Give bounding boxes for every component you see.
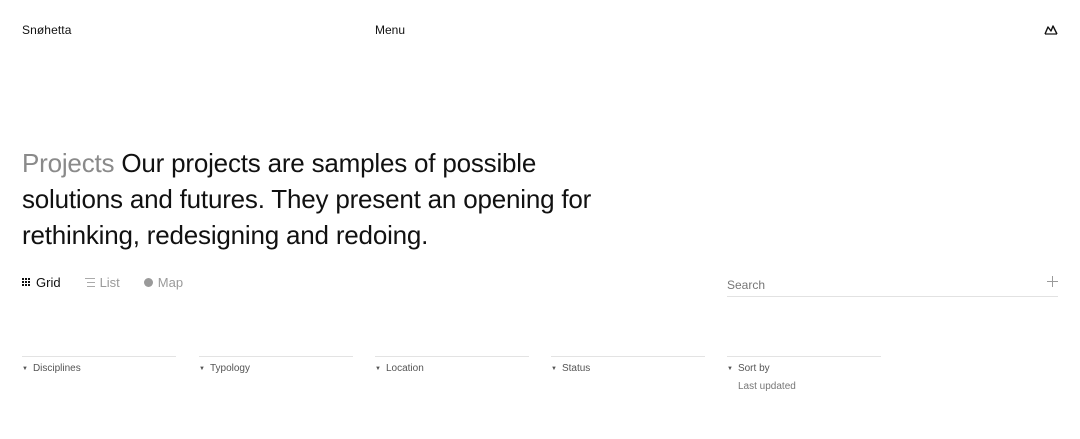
sort-by-value: Last updated — [738, 381, 796, 392]
filter-status[interactable]: ▼ Status — [551, 356, 705, 374]
sort-by-label: Sort by — [737, 363, 770, 374]
map-dot-icon — [143, 278, 153, 287]
filter-label: Disciplines — [32, 363, 81, 374]
triangle-down-icon: ▼ — [199, 366, 205, 372]
view-map-button[interactable]: Map — [143, 275, 184, 290]
filter-label: Typology — [209, 363, 250, 374]
view-list-button[interactable]: List — [84, 275, 120, 290]
view-grid-label: Grid — [36, 275, 61, 290]
filter-label: Location — [385, 363, 424, 374]
plus-icon[interactable] — [1047, 276, 1058, 287]
view-switcher: Grid List Map — [22, 275, 183, 290]
filter-disciplines[interactable]: ▼ Disciplines — [22, 356, 176, 374]
search-input[interactable] — [727, 277, 1027, 293]
filter-location[interactable]: ▼ Location — [375, 356, 529, 374]
view-grid-button[interactable]: Grid — [22, 275, 61, 290]
triangle-down-icon: ▼ — [727, 366, 733, 372]
logo[interactable]: Snøhetta — [22, 23, 72, 37]
triangle-down-icon: ▼ — [551, 366, 557, 372]
search-bar — [727, 276, 1058, 297]
menu-button[interactable]: Menu — [375, 23, 405, 37]
sort-by-dropdown[interactable]: ▼ Sort by Last updated — [727, 356, 881, 392]
intro-text: Projects Our projects are samples of pos… — [22, 145, 642, 253]
filter-label: Status — [561, 363, 591, 374]
triangle-down-icon: ▼ — [22, 366, 28, 372]
language-icon[interactable] — [1044, 25, 1058, 35]
view-list-label: List — [99, 275, 120, 290]
list-icon — [84, 278, 95, 287]
view-map-label: Map — [157, 275, 184, 290]
grid-icon — [22, 278, 31, 287]
filter-typology[interactable]: ▼ Typology — [199, 356, 353, 374]
page-title: Projects — [22, 148, 115, 178]
triangle-down-icon: ▼ — [375, 366, 381, 372]
